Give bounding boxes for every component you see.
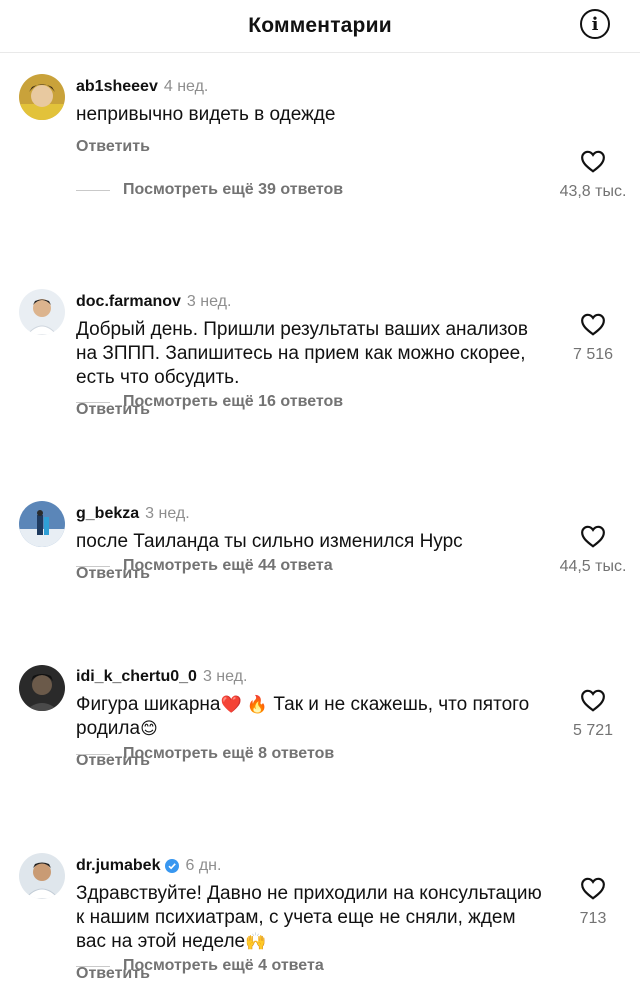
comment-time: 6 дн. xyxy=(185,857,222,874)
view-replies-label: Посмотреть ещё 44 ответа xyxy=(123,557,333,574)
view-replies-button[interactable]: Посмотреть ещё 39 ответов xyxy=(76,181,343,199)
heart-icon[interactable] xyxy=(580,688,606,712)
divider xyxy=(76,189,110,191)
smile-emoji: 😊 xyxy=(140,719,158,739)
fire-emoji: 🔥 xyxy=(246,695,269,715)
verified-badge-icon xyxy=(165,859,180,873)
view-replies-button[interactable]: Посмотреть ещё 44 ответа xyxy=(76,557,333,575)
view-replies-button[interactable]: Посмотреть ещё 4 ответа xyxy=(76,957,324,975)
avatar[interactable] xyxy=(19,853,65,899)
avatar[interactable] xyxy=(19,501,65,547)
comment-text-part: Здравствуйте! Давно не приходили на конс… xyxy=(76,883,542,952)
view-replies-label: Посмотреть ещё 8 ответов xyxy=(123,745,335,762)
view-replies-button[interactable]: Посмотреть ещё 16 ответов xyxy=(76,393,343,411)
username[interactable]: g_bekza xyxy=(76,504,139,524)
avatar[interactable] xyxy=(19,74,65,120)
comment-text: непривычно видеть в одежде xyxy=(76,104,336,125)
divider xyxy=(76,753,110,755)
like-count: 5 721 xyxy=(572,722,614,739)
avatar[interactable] xyxy=(19,665,65,711)
heart-icon[interactable] xyxy=(580,149,606,173)
info-icon[interactable]: i xyxy=(580,9,610,39)
page-title: Комментарии xyxy=(248,14,392,37)
username[interactable]: doc.farmanov xyxy=(76,292,181,312)
raised-hands-emoji: 🙌 xyxy=(245,932,267,952)
like-count: 713 xyxy=(579,910,607,927)
comment-time: 3 нед. xyxy=(202,668,248,685)
view-replies-button[interactable]: Посмотреть ещё 8 ответов xyxy=(76,745,334,763)
heart-icon[interactable] xyxy=(580,876,606,900)
like-count: 7 516 xyxy=(572,346,614,363)
like-count: 44,5 тыс. xyxy=(559,558,627,575)
divider xyxy=(76,565,110,567)
view-replies-label: Посмотреть ещё 39 ответов xyxy=(123,181,344,198)
avatar[interactable] xyxy=(19,289,65,335)
heart-icon[interactable] xyxy=(580,524,606,548)
username[interactable]: idi_k_chertu0_0 xyxy=(76,667,197,687)
comment-time: 3 нед. xyxy=(186,293,232,310)
comment-text: Здравствуйте! Давно не приходили на конс… xyxy=(76,882,548,954)
reply-button[interactable]: Ответить xyxy=(76,138,150,156)
comment-time: 4 нед. xyxy=(163,78,209,95)
comment-text-part: Фигура шикарна xyxy=(76,694,221,715)
comment-text: после Таиланда ты сильно изменился Нурс xyxy=(76,531,463,552)
comment-time: 3 нед. xyxy=(145,505,190,522)
like-count: 43,8 тыс. xyxy=(559,183,627,200)
divider xyxy=(76,965,110,967)
heart-icon[interactable] xyxy=(580,312,606,336)
comment-text: Добрый день. Пришли результаты ваших ана… xyxy=(76,319,528,388)
username[interactable]: dr.jumabek xyxy=(76,856,160,876)
divider xyxy=(76,401,110,403)
username[interactable]: ab1sheeev xyxy=(76,77,158,97)
view-replies-label: Посмотреть ещё 4 ответа xyxy=(123,957,324,974)
header: Комментарии i xyxy=(0,0,640,53)
view-replies-label: Посмотреть ещё 16 ответов xyxy=(123,393,344,410)
heart-emoji: ❤️ xyxy=(220,695,242,715)
comment-text: Фигура шикарна❤️ 🔥 Так и не скажешь, что… xyxy=(76,693,548,741)
